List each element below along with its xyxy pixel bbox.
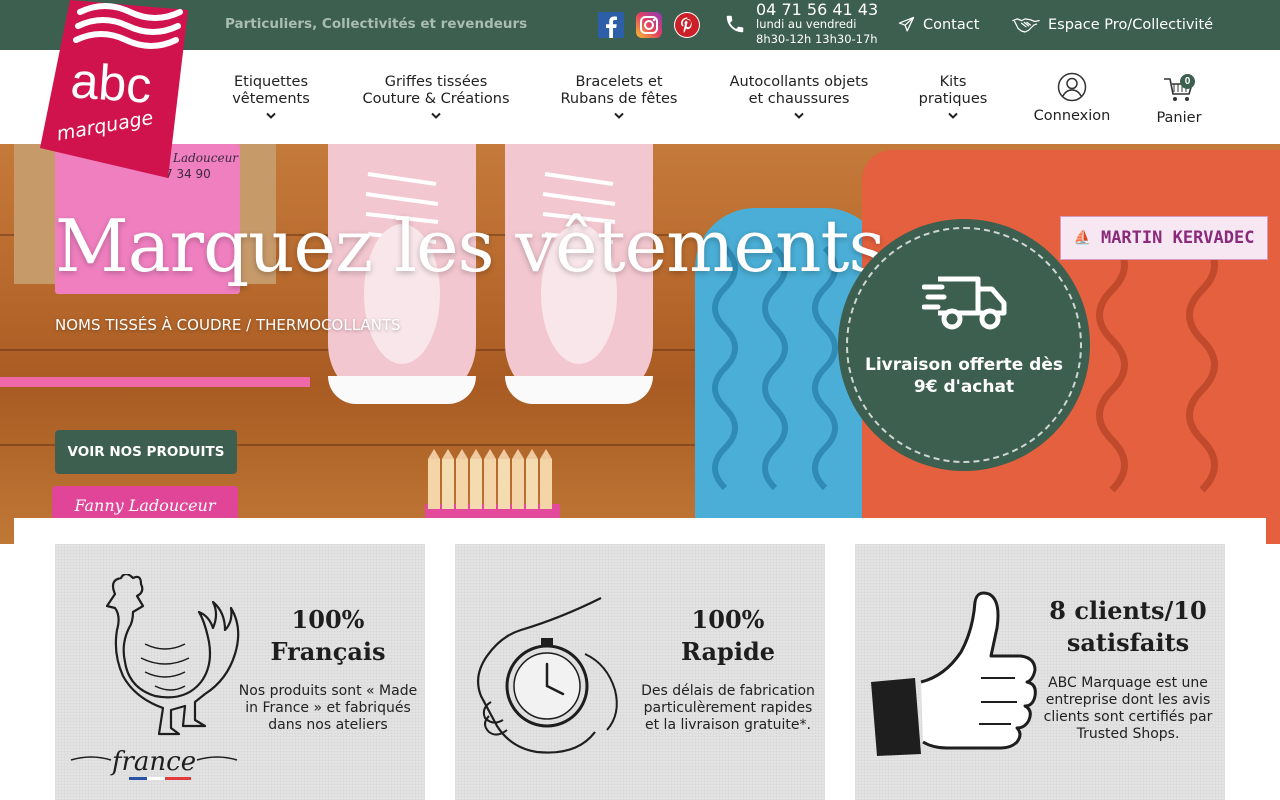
hours-time: 8h30-12h 13h30-17h — [756, 32, 878, 46]
feature-text: ABC Marquage est une — [1048, 675, 1208, 691]
cart-label: Panier — [1156, 110, 1202, 126]
feature-text: in France » et fabriqués — [245, 700, 411, 716]
svg-text:france: france — [110, 747, 196, 777]
feature-text: Nos produits sont « Made — [238, 683, 418, 699]
contact-link[interactable]: Contact — [898, 16, 979, 33]
hours-days: lundi au vendredi — [756, 17, 857, 31]
hero-banner: Ladouceur 7 34 90 Fanny Ladouceur ⛵ MARTIN… — [0, 144, 1280, 544]
pro-space-link[interactable]: Espace Pro/Collectivité — [1012, 16, 1213, 34]
chevron-down-icon — [948, 112, 958, 119]
feature-title: Français — [270, 637, 386, 666]
contact-label: Contact — [923, 16, 980, 33]
facebook-icon[interactable] — [598, 12, 624, 38]
feature-card-french: france 100% Français Nos produits sont «… — [55, 544, 425, 800]
feature-title: 100% — [691, 605, 765, 634]
chevron-down-icon — [794, 112, 804, 119]
nav-item-griffes[interactable]: Griffes tissées Couture & Créations — [356, 74, 516, 120]
feature-text: particulèrement rapides — [643, 700, 813, 716]
pinterest-icon[interactable] — [674, 12, 700, 38]
send-icon — [898, 16, 915, 32]
cart-link[interactable]: Panier — [1145, 74, 1213, 126]
delivery-truck-icon — [922, 276, 1007, 330]
pink-pencil — [0, 377, 310, 387]
feature-title: satisfaits — [1066, 628, 1190, 657]
france-signature: france — [70, 747, 238, 780]
feature-text: et la livraison gratuite*. — [645, 717, 811, 733]
feature-title: 8 clients/10 — [1049, 596, 1207, 625]
cart-count-badge: 0 — [1180, 74, 1195, 89]
handshake-icon — [1012, 18, 1040, 33]
nav-item-autocollants[interactable]: Autocollants objets et chaussures — [722, 74, 876, 120]
top-bar: Particuliers, Collectivités et revendeur… — [0, 0, 1280, 50]
login-link[interactable]: Connexion — [1026, 72, 1118, 124]
instagram-icon[interactable] — [636, 12, 662, 38]
chevron-down-icon — [266, 112, 276, 119]
abc-marquage-logo[interactable]: abc marquage — [40, 0, 190, 178]
free-delivery-badge: Livraison offerte dès 9€ d'achat — [838, 219, 1090, 471]
login-label: Connexion — [1033, 108, 1111, 124]
nav-item-bracelets[interactable]: Bracelets et Rubans de fêtes — [549, 74, 689, 120]
nav-item-kits[interactable]: Kits pratiques — [903, 74, 1003, 120]
rooster-icon — [105, 574, 240, 736]
stopwatch-hand-icon — [476, 597, 618, 754]
user-icon — [1057, 72, 1087, 102]
phone-icon — [724, 13, 746, 40]
feature-text: entreprise dont les avis — [1045, 692, 1211, 708]
hero-subtitle: NOMS TISSÉS À COUDRE / THERMOCOLLANTS — [55, 316, 401, 334]
feature-card-satisfied: 8 clients/10 satisfaits ABC Marquage est… — [855, 544, 1225, 800]
chevron-down-icon — [614, 112, 624, 119]
logo-abc: abc — [69, 52, 153, 113]
feature-text: Trusted Shops. — [1076, 726, 1180, 742]
chevron-down-icon — [431, 112, 441, 119]
thumbs-up-icon — [871, 591, 1037, 756]
view-products-button[interactable]: VOIR NOS PRODUITS — [55, 430, 237, 474]
feature-title: 100% — [291, 605, 365, 634]
tagline: Particuliers, Collectivités et revendeur… — [225, 16, 528, 32]
badge-line-1: Livraison offerte dès — [865, 355, 1063, 375]
feature-text: clients sont certifiés par — [1043, 709, 1213, 725]
nav-item-etiquettes[interactable]: Etiquettes vêtements — [200, 74, 342, 120]
feature-card-fast: 100% Rapide Des délais de fabrication pa… — [455, 544, 825, 800]
clothing-name-label: ⛵ MARTIN KERVADEC — [1060, 216, 1268, 260]
hero-title: Marquez les vêtements — [55, 204, 885, 288]
feature-text: Des délais de fabrication — [641, 683, 815, 699]
pro-space-label: Espace Pro/Collectivité — [1048, 17, 1214, 33]
badge-line-2: 9€ d'achat — [913, 377, 1015, 397]
feature-text: dans nos ateliers — [268, 717, 388, 733]
feature-title: Rapide — [681, 637, 775, 666]
